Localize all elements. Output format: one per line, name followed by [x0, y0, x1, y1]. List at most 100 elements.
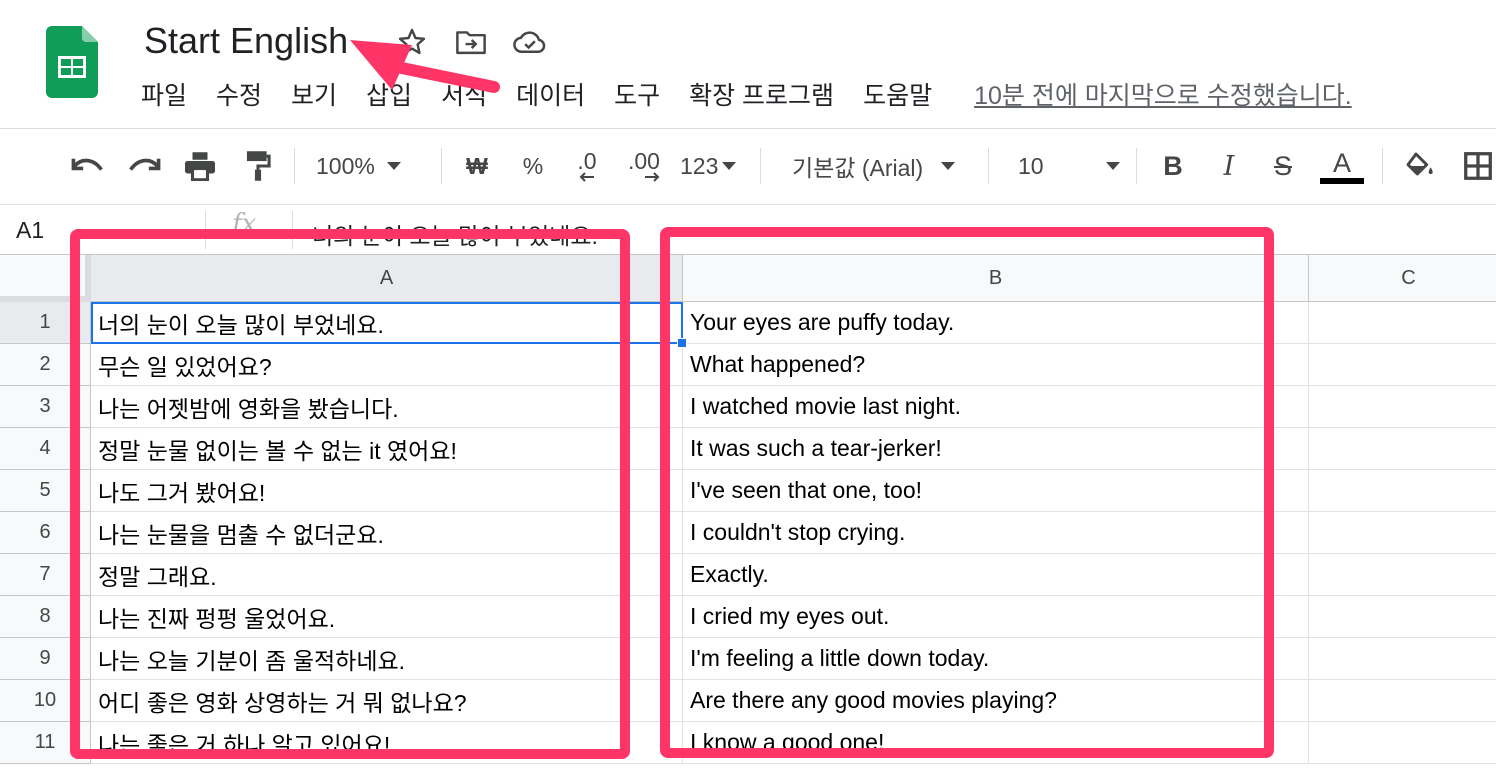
cloud-saved-icon[interactable]	[512, 24, 548, 60]
name-box[interactable]: A1	[16, 217, 44, 244]
cell-c[interactable]	[1309, 428, 1496, 470]
font-size-select[interactable]: 10	[1018, 146, 1120, 186]
toolbar-separator	[1136, 148, 1137, 184]
row-header[interactable]: 6	[0, 512, 91, 554]
cell-c[interactable]	[1309, 680, 1496, 722]
cell-b[interactable]: Exactly.	[683, 554, 1309, 596]
column-header-a[interactable]: A	[91, 255, 683, 302]
cell-b[interactable]: I know a good one!	[683, 722, 1309, 764]
fill-handle[interactable]	[677, 338, 687, 348]
toolbar-separator	[441, 148, 442, 184]
menu-edit[interactable]: 수정	[216, 76, 262, 112]
formula-separator	[205, 211, 206, 249]
paint-format-icon[interactable]	[236, 146, 280, 186]
spreadsheet-grid: A B C 1 너의 눈이 오늘 많이 부었네요. Your eyes are pu…	[0, 254, 1496, 770]
row-header[interactable]: 8	[0, 596, 91, 638]
cell-b[interactable]: It was such a tear-jerker!	[683, 428, 1309, 470]
cell-b[interactable]: I cried my eyes out.	[683, 596, 1309, 638]
cell-a[interactable]: 정말 눈물 없이는 볼 수 없는 it 였어요!	[91, 428, 683, 470]
cell-b[interactable]: I'm feeling a little down today.	[683, 638, 1309, 680]
select-all-corner[interactable]	[0, 255, 91, 302]
chevron-down-icon	[1106, 162, 1120, 170]
cell-a[interactable]: 나는 눈물을 멈출 수 없더군요.	[91, 512, 683, 554]
row-header[interactable]: 7	[0, 554, 91, 596]
increase-decimal-button[interactable]: .00	[624, 146, 664, 186]
column-header-b[interactable]: B	[683, 255, 1309, 302]
row-header[interactable]: 4	[0, 428, 91, 470]
borders-icon[interactable]	[1460, 146, 1496, 186]
cell-a[interactable]: 나는 어젯밤에 영화을 봤습니다.	[91, 386, 683, 428]
row-header[interactable]: 9	[0, 638, 91, 680]
cell-c[interactable]	[1309, 596, 1496, 638]
cell-c[interactable]	[1309, 470, 1496, 512]
menu-bar: 파일 수정 보기 삽입 서식 데이터 도구 확장 프로그램 도움말 10분 전에…	[141, 76, 1352, 112]
menu-format[interactable]: 서식	[441, 76, 487, 112]
toolbar-separator	[1382, 148, 1383, 184]
row-header[interactable]: 11	[0, 722, 91, 764]
cell-a[interactable]: 나는 진짜 펑펑 울었어요.	[91, 596, 683, 638]
menu-extensions[interactable]: 확장 프로그램	[689, 76, 834, 112]
header-divider	[0, 128, 1496, 129]
cell-c[interactable]	[1309, 512, 1496, 554]
redo-icon[interactable]	[122, 146, 166, 186]
move-to-folder-icon[interactable]	[453, 24, 489, 60]
formula-bar: A1 fx 너의 눈이 오늘 많이 부었네요.	[0, 204, 1496, 254]
italic-button[interactable]: I	[1212, 146, 1246, 186]
cell-a[interactable]: 나도 그거 봤어요!	[91, 470, 683, 512]
row-header[interactable]: 1	[0, 302, 91, 344]
cell-c[interactable]	[1309, 302, 1496, 344]
document-title[interactable]: Start English	[144, 20, 348, 62]
cell-c[interactable]	[1309, 344, 1496, 386]
toolbar-separator	[988, 148, 989, 184]
menu-help[interactable]: 도움말	[863, 76, 932, 112]
text-color-button[interactable]: A	[1320, 146, 1364, 186]
cell-b[interactable]: Your eyes are puffy today.	[683, 302, 1309, 344]
font-family-value: 기본값 (Arial)	[792, 155, 924, 181]
toolbar-separator	[294, 148, 295, 184]
cell-c[interactable]	[1309, 554, 1496, 596]
menu-tools[interactable]: 도구	[614, 76, 660, 112]
row-header[interactable]: 10	[0, 680, 91, 722]
formula-input[interactable]: 너의 눈이 오늘 많이 부었네요.	[312, 217, 598, 251]
cell-c[interactable]	[1309, 386, 1496, 428]
percent-format-button[interactable]: %	[516, 146, 550, 186]
cell-c[interactable]	[1309, 638, 1496, 680]
cell-a[interactable]: 어디 좋은 영화 상영하는 거 뭐 없나요?	[91, 680, 683, 722]
print-icon[interactable]	[178, 146, 222, 186]
row-header[interactable]: 5	[0, 470, 91, 512]
column-header-c[interactable]: C	[1309, 255, 1496, 302]
zoom-select[interactable]: 100%	[316, 146, 432, 186]
font-family-select[interactable]: 기본값 (Arial)	[792, 146, 972, 186]
sheets-logo-icon[interactable]	[46, 26, 98, 98]
cell-a[interactable]: 무슨 일 있었어요?	[91, 344, 683, 386]
row-header[interactable]: 3	[0, 386, 91, 428]
decrease-decimal-button[interactable]: .0	[570, 146, 604, 186]
cell-b[interactable]: Are there any good movies playing?	[683, 680, 1309, 722]
cell-b[interactable]: I watched movie last night.	[683, 386, 1309, 428]
menu-file[interactable]: 파일	[141, 76, 187, 112]
strikethrough-button[interactable]: S	[1266, 146, 1300, 186]
bold-button[interactable]: B	[1156, 146, 1190, 186]
cell-a[interactable]: 나는 좋은 거 하나 알고 있어요!	[91, 722, 683, 764]
more-formats-button[interactable]: 123	[680, 146, 744, 186]
formula-separator	[292, 211, 293, 249]
menu-view[interactable]: 보기	[291, 76, 337, 112]
zoom-value: 100%	[316, 152, 375, 179]
cell-a[interactable]: 정말 그래요.	[91, 554, 683, 596]
chevron-down-icon	[722, 162, 737, 170]
fill-color-icon[interactable]	[1400, 146, 1440, 186]
cell-a[interactable]: 나는 오늘 기분이 좀 울적하네요.	[91, 638, 683, 680]
cell-a[interactable]: 너의 눈이 오늘 많이 부었네요.	[91, 302, 683, 344]
menu-data[interactable]: 데이터	[516, 76, 585, 112]
menu-insert[interactable]: 삽입	[366, 76, 412, 112]
font-size-value: 10	[1018, 152, 1044, 179]
cell-b[interactable]: I couldn't stop crying.	[683, 512, 1309, 554]
cell-c[interactable]	[1309, 722, 1496, 764]
cell-b[interactable]: What happened?	[683, 344, 1309, 386]
row-header[interactable]: 2	[0, 344, 91, 386]
last-edit-link[interactable]: 10분 전에 마지막으로 수정했습니다.	[974, 76, 1352, 112]
cell-b[interactable]: I've seen that one, too!	[683, 470, 1309, 512]
currency-format-button[interactable]: ₩	[460, 146, 494, 186]
star-icon[interactable]	[394, 24, 430, 60]
undo-icon[interactable]	[66, 146, 110, 186]
